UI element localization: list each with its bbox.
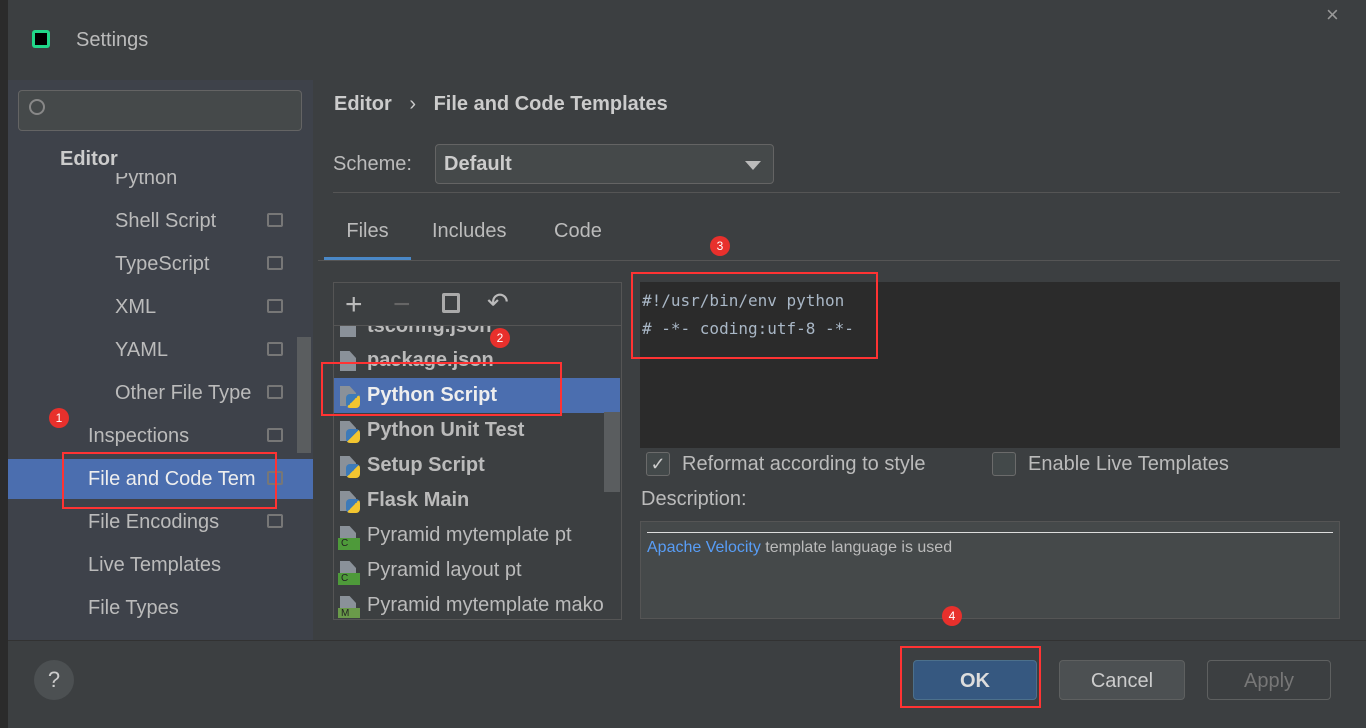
reset-icon[interactable]: ↶ xyxy=(487,287,509,318)
annotation-badge: 1 xyxy=(49,408,69,428)
tab-files[interactable]: Files xyxy=(324,220,411,260)
m-file-icon: M xyxy=(338,608,360,618)
divider xyxy=(333,192,1340,193)
sidebar-scrollbar[interactable] xyxy=(297,337,311,453)
divider xyxy=(318,260,1340,261)
sidebar-item-label: Shell Script xyxy=(115,210,217,232)
sidebar-item-label: Live Templates xyxy=(88,554,222,576)
scheme-value: Default xyxy=(444,153,512,175)
sidebar-item-label: XML xyxy=(115,296,157,318)
sidebar-item-label: YAML xyxy=(115,339,168,361)
copy-icon xyxy=(267,256,283,270)
sidebar-item-shell-script[interactable]: Shell Script xyxy=(115,201,283,241)
annotation-box xyxy=(62,452,277,509)
list-item[interactable]: Setup Script xyxy=(334,448,620,483)
breadcrumb-parent[interactable]: Editor xyxy=(334,93,392,115)
tab-includes[interactable]: Includes xyxy=(432,220,507,256)
copy-icon xyxy=(267,514,283,528)
search-input[interactable] xyxy=(18,90,302,131)
sidebar-item-label: TypeScript xyxy=(115,253,210,275)
annotation-badge: 4 xyxy=(942,606,962,626)
copy-icon xyxy=(267,213,283,227)
sidebar-item-label: Inspections xyxy=(88,425,190,447)
python-icon xyxy=(346,499,360,513)
json-file-icon xyxy=(340,326,356,337)
apply-button[interactable]: Apply xyxy=(1207,660,1331,700)
chevron-down-icon xyxy=(745,161,761,178)
sidebar-item-typescript[interactable]: TypeScript xyxy=(115,244,283,284)
sidebar-section-editor: Editor xyxy=(60,148,118,170)
close-button[interactable]: × xyxy=(1326,2,1339,28)
apache-velocity-link[interactable]: Apache Velocity xyxy=(647,539,761,556)
search-field[interactable] xyxy=(59,97,289,123)
list-item[interactable]: Python Unit Test xyxy=(334,413,620,448)
sidebar-item-other-file-types[interactable]: Other File Type xyxy=(115,373,283,413)
sidebar-item-label: File Encodings xyxy=(88,511,220,533)
python-icon xyxy=(346,429,360,443)
scheme-dropdown[interactable]: Default xyxy=(435,144,774,184)
sidebar-item-label: File Types xyxy=(88,597,179,619)
list-item[interactable]: tsconfig.json xyxy=(334,326,620,344)
tab-label: Includes xyxy=(432,220,507,242)
breadcrumb: Editor › File and Code Templates xyxy=(334,93,668,116)
live-templates-checkbox[interactable] xyxy=(992,452,1016,476)
list-item[interactable]: C Pyramid mytemplate pt xyxy=(334,518,620,553)
sidebar-item-yaml[interactable]: YAML xyxy=(115,330,283,370)
breadcrumb-current: File and Code Templates xyxy=(433,93,668,115)
cancel-button[interactable]: Cancel xyxy=(1059,660,1185,700)
window-title: Settings xyxy=(76,29,149,51)
c-file-icon: C xyxy=(338,538,360,550)
sidebar-item-file-types[interactable]: File Types xyxy=(88,588,179,628)
python-icon xyxy=(346,464,360,478)
copy-icon xyxy=(267,299,283,313)
tab-label: Code xyxy=(554,220,602,242)
description-label: Description: xyxy=(641,488,747,510)
sidebar-item-xml[interactable]: XML xyxy=(115,287,283,327)
description-panel: Apache Velocity template language is use… xyxy=(640,521,1340,619)
annotation-box xyxy=(631,272,878,359)
sidebar-item-label: Other File Type xyxy=(115,382,252,404)
pycharm-logo-icon xyxy=(32,30,50,48)
search-icon xyxy=(29,99,45,115)
description-text: template language is used xyxy=(760,539,953,556)
annotation-box xyxy=(900,646,1041,708)
tab-label: Files xyxy=(346,220,389,242)
list-item[interactable]: Flask Main xyxy=(334,483,620,518)
remove-icon[interactable]: − xyxy=(393,288,411,322)
copy-icon xyxy=(267,342,283,356)
divider xyxy=(8,640,1366,641)
live-templates-label: Enable Live Templates xyxy=(1028,453,1229,475)
scheme-label: Scheme: xyxy=(333,153,412,175)
annotation-badge: 2 xyxy=(490,328,510,348)
sidebar-item-inspections[interactable]: Inspections xyxy=(88,416,283,456)
tab-code[interactable]: Code xyxy=(554,220,602,256)
c-file-icon: C xyxy=(338,573,360,585)
copy-icon xyxy=(267,428,283,442)
reformat-label: Reformat according to style xyxy=(682,453,926,475)
annotation-badge: 3 xyxy=(710,236,730,256)
copy-icon xyxy=(267,385,283,399)
reformat-checkbox[interactable]: ✓ xyxy=(646,452,670,476)
help-button[interactable]: ? xyxy=(34,660,74,700)
breadcrumb-separator: › xyxy=(409,93,417,115)
list-item[interactable]: M Pyramid mytemplate mako xyxy=(334,588,620,618)
list-item[interactable]: C Pyramid layout pt xyxy=(334,553,620,588)
annotation-box xyxy=(321,362,562,416)
add-icon[interactable]: + xyxy=(345,288,363,322)
sidebar-item-live-templates[interactable]: Live Templates xyxy=(88,545,221,585)
copy-icon[interactable] xyxy=(442,293,460,313)
list-scrollbar[interactable] xyxy=(604,412,620,492)
